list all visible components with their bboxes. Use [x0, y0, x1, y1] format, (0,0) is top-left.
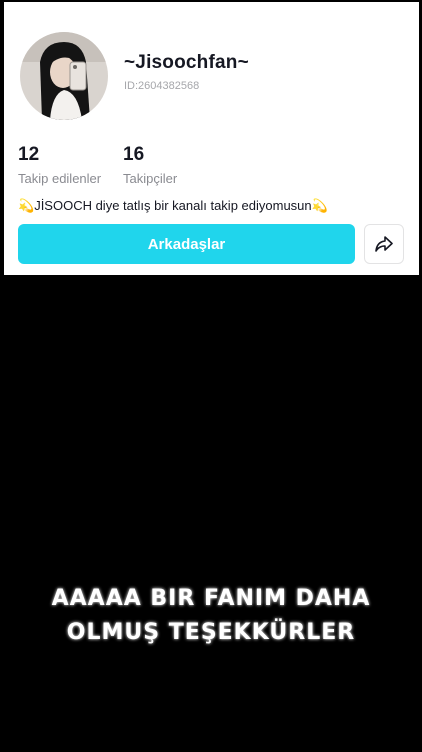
dizzy-sparkle-icon: 💫	[18, 198, 35, 213]
profile-avatar[interactable]	[20, 32, 108, 120]
following-label: Takip edilenler	[18, 171, 102, 186]
profile-username: ~Jisoochfan~	[124, 52, 249, 73]
caption-line-1: AAAAA BIR FANIM DAHA	[51, 586, 371, 611]
profile-id: ID:2604382568	[124, 80, 200, 92]
share-arrow-icon	[375, 236, 393, 252]
followers-stat[interactable]: 16 Takipçiler	[123, 144, 177, 186]
video-caption: AAAAA BIR FANIM DAHA OLMUŞ TEŞEKKÜRLER	[0, 582, 422, 650]
bio-text: JİSOOCH diye tatlış bir kanalı takip edi…	[34, 198, 312, 213]
following-stat[interactable]: 12 Takip edilenler	[18, 144, 101, 186]
friends-button[interactable]: Arkadaşlar	[18, 224, 355, 264]
followers-label: Takipçiler	[123, 171, 178, 186]
dizzy-sparkle-icon: 💫	[311, 198, 328, 213]
profile-card: ~Jisoochfan~ ID:2604382568 12 Takip edil…	[4, 2, 419, 275]
friends-button-label: Arkadaşlar	[147, 235, 226, 253]
caption-line-2: OLMUŞ TEŞEKKÜRLER	[66, 620, 356, 645]
following-count: 12	[18, 144, 40, 165]
followers-count: 16	[123, 144, 145, 165]
profile-bio: 💫JİSOOCH diye tatlış bir kanalı takip ed…	[18, 198, 328, 214]
avatar-photo	[20, 32, 108, 120]
share-button[interactable]	[364, 224, 404, 264]
